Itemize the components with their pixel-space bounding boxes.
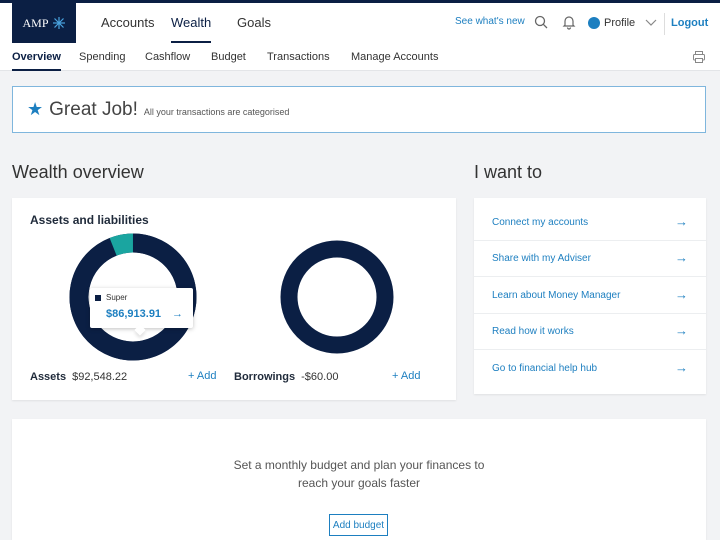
assets-stat: Assets $92,548.22 <box>30 371 127 383</box>
nav-divider <box>664 13 665 35</box>
subnav-tab-cashflow[interactable]: Cashflow <box>145 43 190 71</box>
nav-tab-wealth[interactable]: Wealth <box>171 3 212 43</box>
want-item-learn-money-manager[interactable]: Learn about Money Manager → <box>474 278 706 314</box>
want-item-label: Connect my accounts <box>492 217 589 228</box>
budget-prompt-line1: Set a monthly budget and plan your finan… <box>233 458 485 472</box>
star-icon: ★ <box>27 99 44 119</box>
arrow-right-icon[interactable]: → <box>172 308 183 320</box>
profile-menu[interactable]: Profile <box>588 14 657 32</box>
want-item-read-how-it-works[interactable]: Read how it works → <box>474 314 706 350</box>
chevron-down-icon <box>645 19 657 26</box>
borrowings-stat: Borrowings -$60.00 <box>234 371 338 383</box>
nav-tab-accounts[interactable]: Accounts <box>101 3 154 43</box>
assets-liabilities-title: Assets and liabilities <box>30 213 149 227</box>
logout-link[interactable]: Logout <box>671 3 708 43</box>
profile-label: Profile <box>604 17 636 29</box>
logo-text: AMP <box>22 15 49 30</box>
print-icon[interactable] <box>692 50 706 64</box>
top-navigation: AMP Accounts Wealth Goals See what's new… <box>0 3 720 43</box>
super-tooltip[interactable]: Super $86,913.91 → <box>90 288 193 336</box>
subnav-tab-transactions[interactable]: Transactions <box>267 43 330 71</box>
add-budget-button[interactable]: Add budget <box>329 514 388 536</box>
want-item-label: Learn about Money Manager <box>492 290 621 301</box>
arrow-right-icon: → <box>675 250 688 265</box>
arrow-right-icon: → <box>675 323 688 338</box>
want-item-label: Read how it works <box>492 326 574 337</box>
success-banner: ★ Great Job! All your transactions are c… <box>12 86 706 133</box>
tooltip-value: $86,913.91 <box>106 308 162 320</box>
i-want-to-title: I want to <box>474 162 543 182</box>
want-item-share-adviser[interactable]: Share with my Adviser → <box>474 241 706 277</box>
budget-prompt-line2: reach your goals faster <box>297 476 421 490</box>
want-item-label: Go to financial help hub <box>492 363 598 374</box>
borrowings-donut-chart[interactable] <box>279 239 395 355</box>
add-asset-link[interactable]: + Add <box>188 370 216 382</box>
borrowings-label: Borrowings <box>234 371 296 383</box>
bell-icon[interactable] <box>561 14 577 30</box>
amp-logo[interactable]: AMP <box>12 3 76 43</box>
subnav-tab-manage-accounts[interactable]: Manage Accounts <box>351 43 438 71</box>
profile-avatar <box>588 17 600 29</box>
arrow-right-icon: → <box>675 287 688 302</box>
want-item-label: Share with my Adviser <box>492 253 591 264</box>
borrowings-ring <box>280 240 394 354</box>
assets-segment-other[interactable] <box>109 233 134 256</box>
sub-navigation: Overview Spending Cashflow Budget Transa… <box>0 43 720 71</box>
budget-prompt: Set a monthly budget and plan your finan… <box>12 456 706 492</box>
want-item-connect-accounts[interactable]: Connect my accounts → <box>474 205 706 241</box>
subnav-tab-budget[interactable]: Budget <box>211 43 246 71</box>
borrowings-value: -$60.00 <box>301 371 339 383</box>
arrow-right-icon: → <box>675 214 688 229</box>
add-borrowing-link[interactable]: + Add <box>392 370 420 382</box>
want-item-financial-help-hub[interactable]: Go to financial help hub → <box>474 351 706 387</box>
super-legend-swatch <box>95 295 101 301</box>
tooltip-label: Super <box>106 293 128 302</box>
whats-new-link[interactable]: See what's new <box>455 3 525 41</box>
subnav-tab-overview[interactable]: Overview <box>12 43 61 71</box>
banner-subtitle: All your transactions are categorised <box>143 106 290 117</box>
assets-value: $92,548.22 <box>72 371 128 383</box>
arrow-right-icon: → <box>675 360 688 375</box>
banner-title: Great Job! <box>49 98 138 120</box>
nav-tab-goals[interactable]: Goals <box>237 3 271 43</box>
assets-label: Assets <box>30 371 67 383</box>
logo-star-icon <box>52 17 65 29</box>
search-icon[interactable] <box>533 14 549 30</box>
wealth-overview-title: Wealth overview <box>12 162 144 182</box>
subnav-tab-spending[interactable]: Spending <box>79 43 126 71</box>
